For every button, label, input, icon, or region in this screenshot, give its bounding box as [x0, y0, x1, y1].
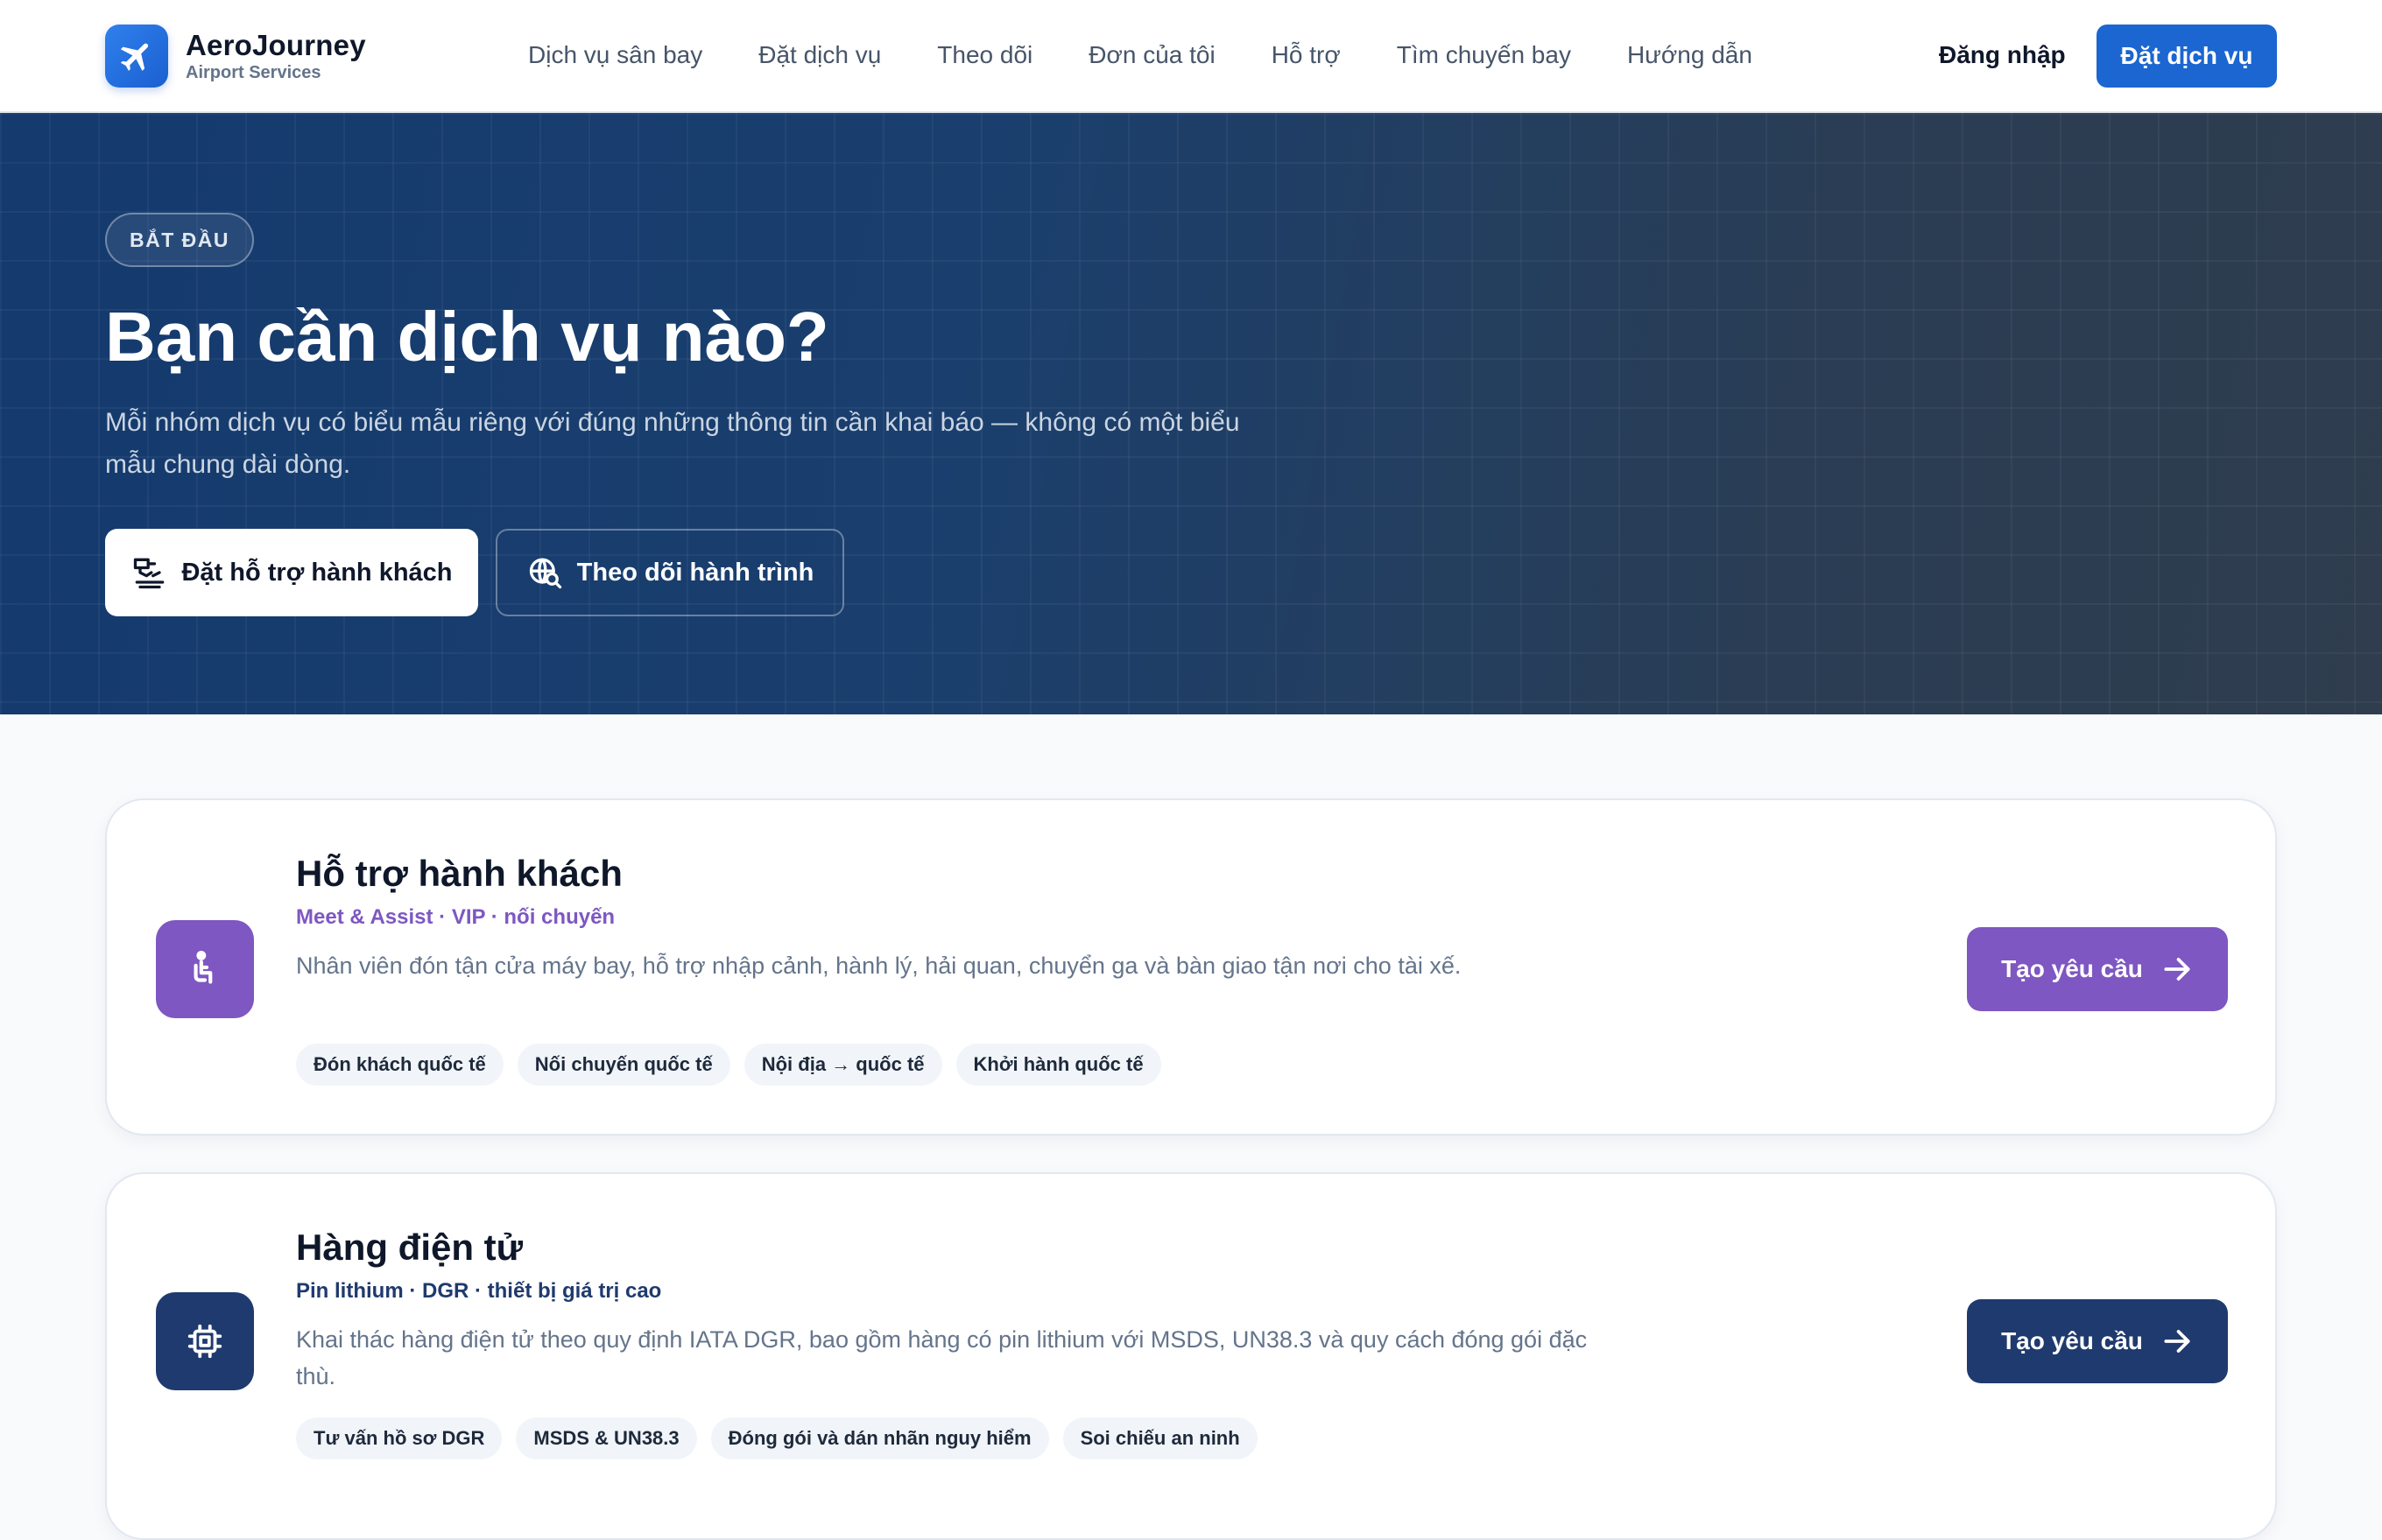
- login-link[interactable]: Đăng nhập: [1939, 35, 2066, 75]
- service-tag: Khởi hành quốc tế: [955, 1044, 1161, 1086]
- create-request-button[interactable]: Tạo yêu cầu: [1967, 1299, 2228, 1383]
- hero-title: Bạn cần dịch vụ nào?: [105, 298, 829, 376]
- globe-search-icon: [526, 553, 565, 592]
- hero-description: Mỗi nhóm dịch vụ có biểu mẫu riêng với đ…: [105, 408, 1240, 479]
- create-request-label: Tạo yêu cầu: [2001, 955, 2143, 982]
- service-tag: Tư vấn hồ sơ DGR: [296, 1417, 503, 1459]
- chip-icon: [156, 1292, 254, 1390]
- service-tag: MSDS & UN38.3: [516, 1417, 697, 1459]
- nav-item-book-service[interactable]: Đặt dịch vụ: [758, 41, 881, 69]
- create-request-label: Tạo yêu cầu: [2001, 1327, 2143, 1354]
- top-navbar: AeroJourney Airport Services Dịch vụ sân…: [0, 0, 2382, 113]
- brand[interactable]: AeroJourney Airport Services: [105, 25, 366, 88]
- service-tag: Nối chuyến quốc tế: [517, 1044, 730, 1086]
- plane-icon: [105, 25, 168, 88]
- nav-item-airport-services[interactable]: Dịch vụ sân bay: [528, 41, 702, 69]
- create-request-button[interactable]: Tạo yêu cầu: [1967, 927, 2228, 1011]
- track-journey-button[interactable]: Theo dõi hành trình: [496, 529, 844, 616]
- service-tag: Đóng gói và dán nhãn nguy hiểm: [710, 1417, 1049, 1459]
- passenger-assist-icon: [130, 553, 169, 592]
- service-tag: Nội địa → quốc tế: [743, 1044, 942, 1086]
- track-journey-label: Theo dõi hành trình: [576, 558, 814, 587]
- service-tags: Tư vấn hồ sơ DGR MSDS & UN38.3 Đóng gói …: [296, 1417, 1272, 1459]
- seated-person-icon: [156, 920, 254, 1018]
- main-nav: Dịch vụ sân bay Đặt dịch vụ Theo dõi Đơn…: [528, 35, 1808, 75]
- service-card-electronics: Hàng điện tử Pin lithium · DGR · thiết b…: [105, 1172, 2277, 1540]
- nav-item-support[interactable]: Hỗ trợ: [1272, 41, 1341, 69]
- hero-section: BẮT ĐẦU Bạn cần dịch vụ nào? Mỗi nhóm dị…: [0, 113, 2382, 714]
- arrow-right-icon: [2160, 953, 2194, 986]
- service-description: Nhân viên đón tận cửa máy bay, hỗ trợ nh…: [296, 953, 1462, 979]
- service-subtitle: Meet & Assist · VIP · nối chuyến: [296, 905, 616, 929]
- book-passenger-assist-label: Đặt hỗ trợ hành khách: [181, 558, 453, 587]
- service-tag: Đón khách quốc tế: [296, 1044, 504, 1086]
- arrow-right-icon: [2160, 1325, 2194, 1358]
- book-service-button[interactable]: Đặt dịch vụ: [2097, 25, 2277, 88]
- nav-item-guide[interactable]: Hướng dẫn: [1627, 41, 1752, 69]
- nav-item-track[interactable]: Theo dõi: [937, 41, 1032, 69]
- nav-item-flight-search[interactable]: Tìm chuyến bay: [1397, 41, 1571, 69]
- service-tag: Soi chiếu an ninh: [1062, 1417, 1258, 1459]
- service-subtitle: Pin lithium · DGR · thiết bị giá trị cao: [296, 1279, 662, 1303]
- service-description: Khai thác hàng điện tử theo quy định IAT…: [296, 1326, 1588, 1389]
- service-card-passenger-assist: Hỗ trợ hành khách Meet & Assist · VIP · …: [105, 798, 2277, 1136]
- book-passenger-assist-button[interactable]: Đặt hỗ trợ hành khách: [105, 529, 478, 616]
- brand-name: AeroJourney: [186, 29, 366, 61]
- hero-badge: BẮT ĐẦU: [105, 213, 254, 267]
- service-title: Hỗ trợ hành khách: [296, 853, 623, 894]
- brand-subtitle: Airport Services: [186, 63, 321, 82]
- nav-item-my-orders[interactable]: Đơn của tôi: [1089, 41, 1215, 69]
- service-tags: Đón khách quốc tế Nối chuyến quốc tế Nội…: [296, 1044, 1175, 1086]
- service-title: Hàng điện tử: [296, 1227, 524, 1268]
